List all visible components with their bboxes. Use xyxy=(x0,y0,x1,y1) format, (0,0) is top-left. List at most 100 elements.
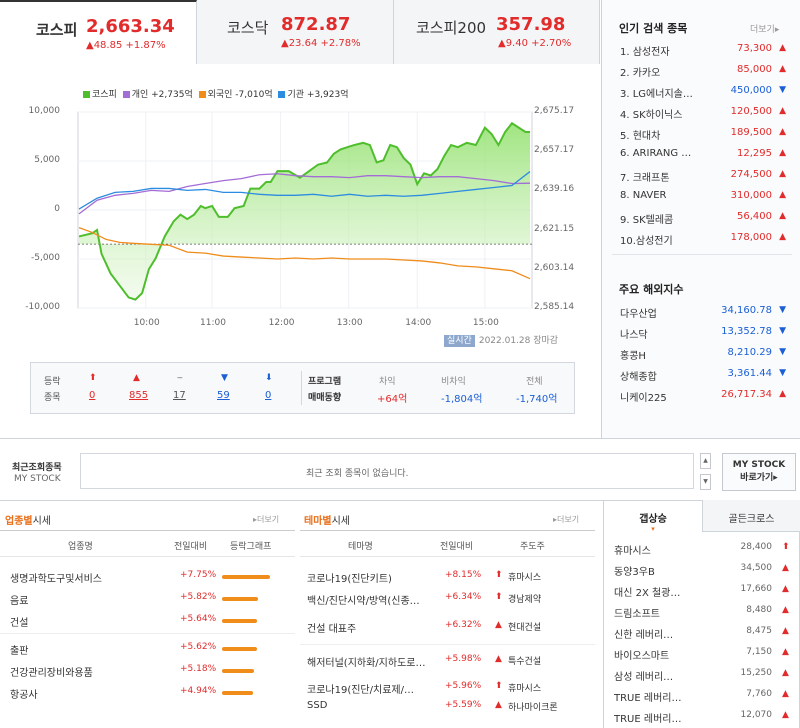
theme-name[interactable]: SSD xyxy=(307,700,432,711)
stat-count[interactable]: 17 xyxy=(173,390,186,401)
popular-row[interactable]: 7. 크래프톤 274,500 ▲ xyxy=(620,165,788,185)
surge-arrow: ▲ xyxy=(782,710,789,720)
divider xyxy=(0,438,800,439)
surge-name[interactable]: TRUE 레버리… xyxy=(614,689,681,704)
overseas-title: 주요 해외지수 xyxy=(619,283,684,296)
mystock-label: 최근조회종목 xyxy=(12,463,62,473)
surge-name[interactable]: 바이오스마트 xyxy=(614,647,669,662)
scroll-down-button[interactable]: ▼ xyxy=(700,474,711,490)
theme-leader[interactable]: 휴마시스 xyxy=(508,570,541,583)
tab-name: 코스닥 xyxy=(227,19,269,37)
theme-change: +8.15% xyxy=(445,570,482,580)
popular-row[interactable]: 2. 카카오 85,000 ▲ xyxy=(620,60,788,80)
tab-gap-up[interactable]: 갭상승 ▾ xyxy=(604,500,702,534)
surge-name[interactable]: 신한 레버리… xyxy=(614,626,673,641)
industry-name[interactable]: 출판 xyxy=(10,642,28,657)
industry-bar xyxy=(222,575,270,579)
tab-golden-cross[interactable]: 골든크로스 xyxy=(702,500,800,532)
tab-label: 갭상승 xyxy=(639,514,667,525)
industry-name[interactable]: 건설 xyxy=(10,614,28,629)
theme-leader[interactable]: 현대건설 xyxy=(508,620,541,633)
surge-arrow: ▲ xyxy=(782,647,789,657)
popular-row[interactable]: 9. SK텔레콤 56,400 ▲ xyxy=(620,207,788,227)
theme-name[interactable]: 백신/진단시약/방역(신종… xyxy=(307,592,432,607)
popular-row[interactable]: 8. NAVER 310,000 ▲ xyxy=(620,186,788,206)
overseas-arrow: ▼ xyxy=(779,368,786,378)
index-tabs: 코스피 2,663.34 ▲48.85 +1.87% 코스닥 872.87 ▲2… xyxy=(0,0,600,64)
tab-name: 코스피200 xyxy=(416,19,487,37)
industry-change: +5.18% xyxy=(180,664,217,674)
overseas-row[interactable]: 홍콩H 8,210.29 ▼ xyxy=(620,343,788,363)
overseas-name: 니케이225 xyxy=(620,393,667,404)
theme-leader[interactable]: 하나마이크론 xyxy=(508,700,558,713)
industry-header: 업종명 xyxy=(68,542,93,552)
popular-row[interactable]: 5. 현대차 189,500 ▲ xyxy=(620,123,788,143)
surge-arrow: ▲ xyxy=(782,626,789,636)
surge-name[interactable]: TRUE 레버리… xyxy=(614,710,681,725)
popular-name: 5. 현대차 xyxy=(620,131,661,142)
overseas-row[interactable]: 나스닥 13,352.78 ▼ xyxy=(620,322,788,342)
mystock-button-label: MY STOCK xyxy=(732,460,786,470)
surge-name[interactable]: 삼성 레버리… xyxy=(614,668,673,683)
tab-kosdaq[interactable]: 코스닥 872.87 ▲23.64 +2.78% xyxy=(197,0,394,64)
industry-name[interactable]: 음료 xyxy=(10,592,28,607)
theme-more-link[interactable]: ▸더보기 xyxy=(553,514,579,525)
theme-header: 주도주 xyxy=(520,542,545,552)
surge-name[interactable]: 드림소프트 xyxy=(614,605,660,620)
theme-arrow: ⬆ xyxy=(495,570,503,580)
stat-count[interactable]: 59 xyxy=(217,390,230,401)
industry-name[interactable]: 건강관리장비와용품 xyxy=(10,664,93,679)
overseas-value: 34,160.78 xyxy=(721,305,772,316)
theme-name[interactable]: 해저터널(지하화/지하도로… xyxy=(307,654,432,669)
empty-message: 최근 조회 종목이 없습니다. xyxy=(306,469,409,479)
surge-name[interactable]: 대신 2X 철광… xyxy=(614,584,680,599)
recent-stocks-box[interactable]: 최근 조회 종목이 없습니다. xyxy=(80,453,694,489)
x-tick: 13:00 xyxy=(336,318,363,328)
stat-symbol: ⬇ xyxy=(265,373,273,383)
overseas-row[interactable]: 상해종합 3,361.44 ▼ xyxy=(620,364,788,384)
stat-count[interactable]: 855 xyxy=(129,390,148,401)
tab-kospi[interactable]: 코스피 2,663.34 ▲48.85 +1.87% xyxy=(0,0,197,64)
popular-more-link[interactable]: 더보기▸ xyxy=(750,22,779,35)
overseas-value: 13,352.78 xyxy=(721,326,772,337)
tab-value: 872.87 xyxy=(281,14,351,35)
industry-name[interactable]: 생명과학도구및서비스 xyxy=(10,570,102,585)
popular-row[interactable]: 10.삼성전기 178,000 ▲ xyxy=(620,228,788,248)
scroll-up-button[interactable]: ▲ xyxy=(700,453,711,469)
surge-arrow: ▲ xyxy=(782,605,789,615)
theme-name[interactable]: 건설 대표주 xyxy=(307,620,432,635)
industry-bar xyxy=(222,669,255,673)
stat-count[interactable]: 0 xyxy=(265,390,271,401)
theme-name[interactable]: 코로나19(진단키트) xyxy=(307,570,432,585)
theme-name[interactable]: 코로나19(진단/치료제/… xyxy=(307,681,432,696)
overseas-row[interactable]: 다우산업 34,160.78 ▼ xyxy=(620,301,788,321)
tab-kospi200[interactable]: 코스피200 357.98 ▲9.40 +2.70% xyxy=(394,0,600,64)
surge-name[interactable]: 휴마시스 xyxy=(614,542,651,557)
overseas-row[interactable]: 니케이225 26,717.34 ▲ xyxy=(620,385,788,405)
theme-leader[interactable]: 휴마시스 xyxy=(508,681,541,694)
mystock-button[interactable]: MY STOCK 바로가기▸ xyxy=(722,453,796,491)
tab-value: 2,663.34 xyxy=(86,16,175,37)
popular-name: 7. 크래프톤 xyxy=(620,173,670,184)
theme-leader[interactable]: 특수건설 xyxy=(508,654,541,667)
theme-arrow: ▲ xyxy=(495,700,502,710)
divider xyxy=(300,530,595,531)
y-right-tick: 2,675.17 xyxy=(534,106,575,116)
stat-count[interactable]: 0 xyxy=(89,390,95,401)
popular-arrow: ▲ xyxy=(779,148,786,158)
theme-leader[interactable]: 경남제약 xyxy=(508,592,541,605)
popular-name: 6. ARIRANG … xyxy=(620,148,692,159)
program-col-header: 차익 xyxy=(379,377,396,387)
popular-row[interactable]: 3. LG에너지솔… 450,000 ▼ xyxy=(620,81,788,101)
popular-row[interactable]: 1. 삼성전자 73,300 ▲ xyxy=(620,39,788,59)
surge-name[interactable]: 동양3우B xyxy=(614,563,655,578)
tab-label: 골든크로스 xyxy=(728,514,775,525)
industry-name[interactable]: 항공사 xyxy=(10,686,38,701)
theme-arrow: ▲ xyxy=(495,654,502,664)
popular-name: 4. SK하이닉스 xyxy=(620,110,683,121)
industry-more-link[interactable]: ▸더보기 xyxy=(253,514,279,525)
popular-row[interactable]: 4. SK하이닉스 120,500 ▲ xyxy=(620,102,788,122)
stats-label: 등락 xyxy=(44,377,61,387)
popular-name: 2. 카카오 xyxy=(620,68,661,79)
popular-row[interactable]: 6. ARIRANG … 12,295 ▲ xyxy=(620,144,788,164)
